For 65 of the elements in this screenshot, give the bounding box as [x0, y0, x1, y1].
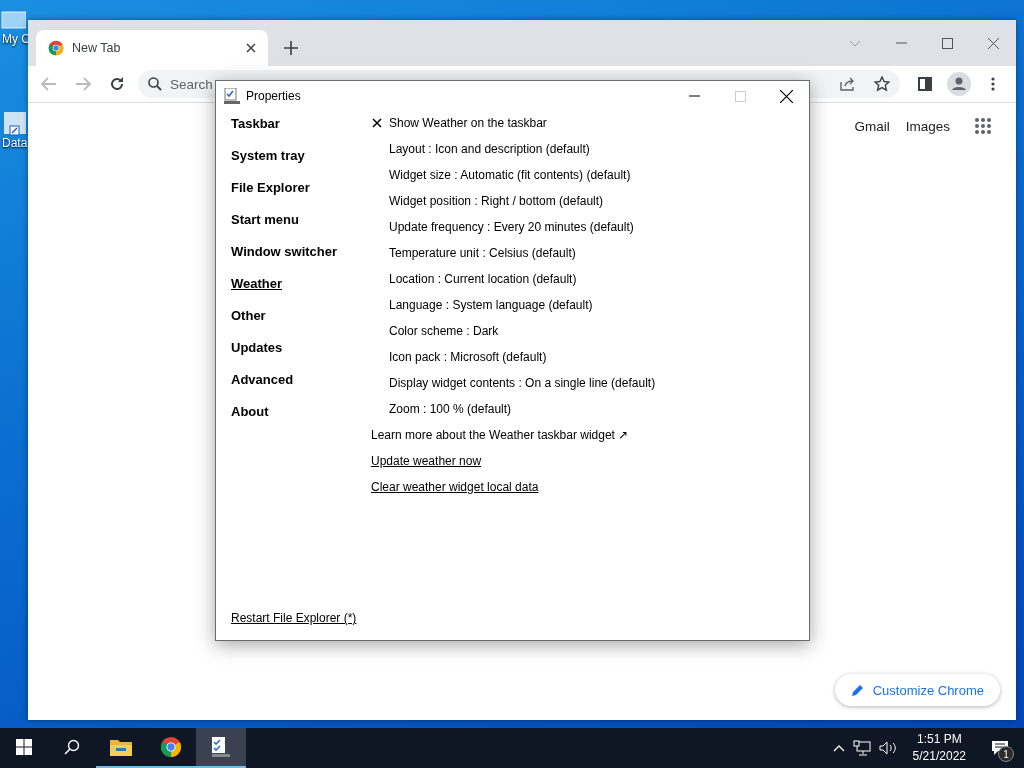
maximize-icon[interactable] [941, 37, 953, 49]
link[interactable]: Learn more about the Weather taskbar widget ↗ [371, 428, 629, 442]
desktop-icon-label[interactable]: Data [2, 136, 28, 150]
setting-option[interactable]: Display widget contents : On a single line (default) [371, 376, 656, 390]
profile-icon[interactable] [947, 72, 971, 96]
share-icon[interactable] [840, 77, 856, 91]
sidebar-item[interactable]: Updates [231, 340, 371, 372]
chrome-icon [160, 736, 182, 758]
sidebar-item[interactable]: About [231, 404, 371, 436]
link[interactable]: Update weather now [371, 454, 482, 468]
checkbox[interactable] [371, 116, 383, 130]
setting-option[interactable]: Language : System language (default) [371, 298, 593, 312]
sidebar-item[interactable]: Taskbar [231, 116, 371, 148]
windows-start-icon[interactable] [16, 739, 32, 755]
setting-option[interactable]: Location : Current location (default) [371, 272, 577, 286]
chrome-icon [48, 40, 64, 56]
plus-icon[interactable] [284, 41, 298, 55]
restart-link[interactable]: Restart File Explorer (*) [231, 611, 357, 625]
setting-option[interactable]: Color scheme : Dark [371, 324, 499, 338]
clock-date[interactable]: 5/21/2022 [912, 748, 966, 765]
tab-title: New Tab [72, 41, 122, 55]
sidebar-item[interactable]: Weather [231, 276, 371, 308]
address-input[interactable]: Search [170, 76, 832, 92]
sidebar-item[interactable]: System tray [231, 148, 371, 180]
setting-option[interactable]: Widget position : Right / bottom (default) [371, 194, 604, 208]
sidebar-item[interactable]: Advanced [231, 372, 371, 404]
sidebar-item[interactable]: Start menu [231, 212, 371, 244]
link[interactable]: Clear weather widget local data [371, 480, 539, 494]
search-icon[interactable] [64, 739, 80, 755]
sidebar-item[interactable]: File Explorer [231, 180, 371, 212]
setting-option[interactable]: Icon pack : Microsoft (default) [371, 350, 547, 364]
maximize-icon [734, 90, 746, 102]
checklist-icon [210, 736, 232, 758]
menu-icon[interactable] [991, 77, 995, 91]
setting-option[interactable]: Widget size : Automatic (fit contents) (default) [371, 168, 631, 182]
setting-label[interactable]: Show Weather on the taskbar [389, 116, 547, 130]
setting-option[interactable]: Zoom : 100 % (default) [371, 402, 512, 416]
header-link[interactable]: Images [905, 118, 950, 134]
search-icon [148, 77, 162, 91]
apps-grid-icon[interactable] [974, 117, 992, 135]
close-icon[interactable] [246, 43, 256, 53]
window-title: Properties [246, 89, 301, 103]
taskbar-app[interactable] [196, 728, 246, 768]
minimize-icon[interactable] [688, 95, 700, 97]
setting-option[interactable]: Temperature unit : Celsius (default) [371, 246, 576, 260]
reload-icon[interactable] [109, 76, 125, 92]
chevron-up-icon[interactable] [832, 744, 845, 752]
monitor-icon [0, 10, 26, 32]
folder-icon [110, 738, 132, 756]
sidebar-item[interactable]: Other [231, 308, 371, 340]
sidebar-item[interactable]: Window switcher [231, 244, 371, 276]
star-icon[interactable] [874, 76, 890, 92]
volume-icon[interactable] [878, 740, 897, 756]
setting-option[interactable]: Layout : Icon and description (default) [371, 142, 590, 156]
header-link[interactable]: Gmail [854, 118, 890, 134]
setting-option[interactable]: Update frequency : Every 20 minutes (default) [371, 220, 634, 234]
browser-tab[interactable]: New Tab [36, 30, 268, 66]
pencil-icon [850, 683, 865, 697]
notification-badge: 1 [998, 746, 1014, 762]
clock-time[interactable]: 1:51 PM [916, 731, 962, 748]
side-panel-icon[interactable] [918, 77, 932, 91]
checklist-icon [224, 88, 240, 104]
customize-chrome-button[interactable]: Customize Chrome [834, 674, 1000, 706]
close-icon[interactable] [779, 89, 793, 103]
network-icon[interactable] [852, 740, 871, 756]
